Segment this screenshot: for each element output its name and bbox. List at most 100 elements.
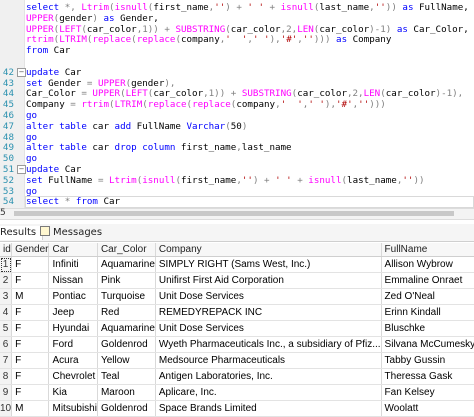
table-cell[interactable]: Goldenrod [97,336,156,353]
row-id-cell[interactable]: 10 [0,400,13,417]
table-row[interactable]: 1 F Infiniti Aquamarine SIMPLY RIGHT (Sams W… [0,256,474,273]
table-cell[interactable]: REMEDYREPACK INC [155,304,382,321]
horizontal-scrollbar[interactable]: 5 [0,208,474,220]
table-row[interactable]: 8 F Chevrolet Teal Antigen Laboratories, Inc… [0,368,474,385]
table-row[interactable]: 3 M Pontiac Turquoise Unit Dose Services Zed … [0,288,474,305]
table-cell[interactable]: Woolatt [381,400,474,417]
table-cell[interactable]: Nissan [48,272,98,289]
table-cell[interactable]: Chevrolet [48,368,98,385]
table-cell[interactable]: Unit Dose Services [155,320,382,337]
table-cell[interactable]: Yellow [97,352,156,369]
table-cell[interactable]: Jeep [48,304,98,321]
table-cell[interactable]: F [11,384,50,401]
row-id-cell[interactable]: 1 [0,256,13,273]
code-token: update [26,66,65,78]
table-cell[interactable]: Theressa Gask [381,368,474,385]
code-token: car [92,120,115,132]
row-id-cell[interactable]: 3 [0,288,13,305]
table-cell[interactable]: Silvana McCumesky [381,336,474,353]
table-cell[interactable]: M [11,288,50,305]
code-token: car_color [86,23,137,35]
tab-results[interactable]: Results [0,226,44,240]
table-cell[interactable]: Aquamarine [97,320,156,337]
code-token: ,2, [346,88,364,100]
code-token: Car_Color, [413,23,469,35]
code-token: replace [192,99,231,111]
row-id-cell[interactable]: 5 [0,320,13,337]
table-cell[interactable]: Zed O'Neal [381,288,474,305]
code-token: last_name [347,174,397,186]
row-id-cell[interactable]: 6 [0,336,13,353]
column-header[interactable]: FullName [381,243,474,257]
code-token: as [330,34,353,46]
table-cell[interactable]: Medsource Pharmaceuticals [155,352,382,369]
table-cell[interactable]: Aplicare, Inc. [155,384,382,401]
code-token: first_name [153,2,209,13]
table-row[interactable]: 10 M Mitsubishi Goldenrod Space Brands Limit… [0,400,474,417]
table-cell[interactable]: F [11,256,50,273]
table-cell[interactable]: Ford [48,336,98,353]
table-cell[interactable]: Red [97,304,156,321]
row-id-cell[interactable]: 9 [0,384,13,401]
column-header[interactable]: Car_Color [97,243,156,257]
column-header[interactable]: id [0,243,13,257]
table-cell[interactable]: Space Brands Limited [155,400,382,417]
table-cell[interactable]: Unifirst First Aid Corporation [155,272,382,289]
table-row[interactable]: 5 F Hyundai Aquamarine Unit Dose Services Blu… [0,320,474,337]
table-row[interactable]: 7 F Acura Yellow Medsource Pharmaceuticals Ta… [0,352,474,369]
table-cell[interactable]: Hyundai [48,320,98,337]
sql-editor[interactable]: select *, Ltrim(isnull(first_name,'') + … [0,0,474,209]
scrollbar-thumb[interactable] [14,211,454,216]
column-header[interactable]: Car [48,243,98,257]
table-cell[interactable]: Turquoise [97,288,156,305]
table-cell[interactable]: Kia [48,384,98,401]
table-cell[interactable]: Aquamarine [97,256,156,273]
tab-messages[interactable]: Messages [40,226,102,240]
table-cell[interactable]: Fan Kelsey [381,384,474,401]
column-header[interactable]: Gender [11,243,50,257]
table-cell[interactable]: F [11,320,50,337]
table-row[interactable]: 2 F Nissan Pink Unifirst First Aid Corporati… [0,272,474,289]
table-cell[interactable]: Pink [97,272,156,289]
table-cell[interactable]: Wyeth Pharmaceuticals Inc., a subsidiary… [155,336,382,353]
table-cell[interactable]: Bluschke [381,320,474,337]
table-cell[interactable]: Erinn Kindall [381,304,474,321]
table-cell[interactable]: Maroon [97,384,156,401]
code-token: select [26,2,65,13]
table-cell[interactable]: Unit Dose Services [155,288,382,305]
table-cell[interactable]: Tabby Gussin [381,352,474,369]
table-cell[interactable]: Mitsubishi [48,400,98,417]
table-row[interactable]: 6 F Ford Goldenrod Wyeth Pharmaceuticals Inc… [0,336,474,353]
zoom-level[interactable]: 5 [0,208,6,218]
code-token: first_name [180,174,237,186]
collapse-icon[interactable]: − [17,67,26,77]
table-cell[interactable]: F [11,272,50,289]
table-cell[interactable]: Teal [97,368,156,385]
table-cell[interactable]: Acura [48,352,98,369]
table-cell[interactable]: F [11,336,50,353]
code-token: '' [214,2,226,13]
row-id-cell[interactable]: 8 [0,368,13,385]
table-row[interactable]: 9 F Kia Maroon Aplicare, Inc. Fan Kelsey [0,384,474,401]
table-cell[interactable]: Antigen Laboratories, Inc. [155,368,382,385]
table-cell[interactable]: Allison Wybrow [381,256,474,273]
table-cell[interactable]: Emmaline Onraet [381,272,474,289]
column-header[interactable]: Company [155,243,382,257]
table-cell[interactable]: Pontiac [48,288,98,305]
table-cell[interactable]: F [11,352,50,369]
code-token: ,1)) + [136,23,176,35]
table-cell[interactable]: Goldenrod [97,400,156,417]
table-cell[interactable]: SIMPLY RIGHT (Sams West, Inc.) [155,256,382,273]
table-cell[interactable]: M [11,400,50,417]
table-cell[interactable]: F [11,368,50,385]
table-cell[interactable]: F [11,304,50,321]
row-id-cell[interactable]: 7 [0,352,13,369]
table-row[interactable]: 4 F Jeep Red REMEDYREPACK INC Erinn Kindall [0,304,474,321]
row-id-cell[interactable]: 4 [0,304,13,321]
results-grid[interactable]: id Gender Car Car_Color Company FullName 1 F In… [0,243,474,417]
table-cell[interactable]: Infiniti [48,256,98,273]
collapse-icon[interactable]: − [17,165,26,174]
code-token: = [97,174,110,186]
code-token: LEFT [59,23,82,35]
row-id-cell[interactable]: 2 [0,272,13,289]
